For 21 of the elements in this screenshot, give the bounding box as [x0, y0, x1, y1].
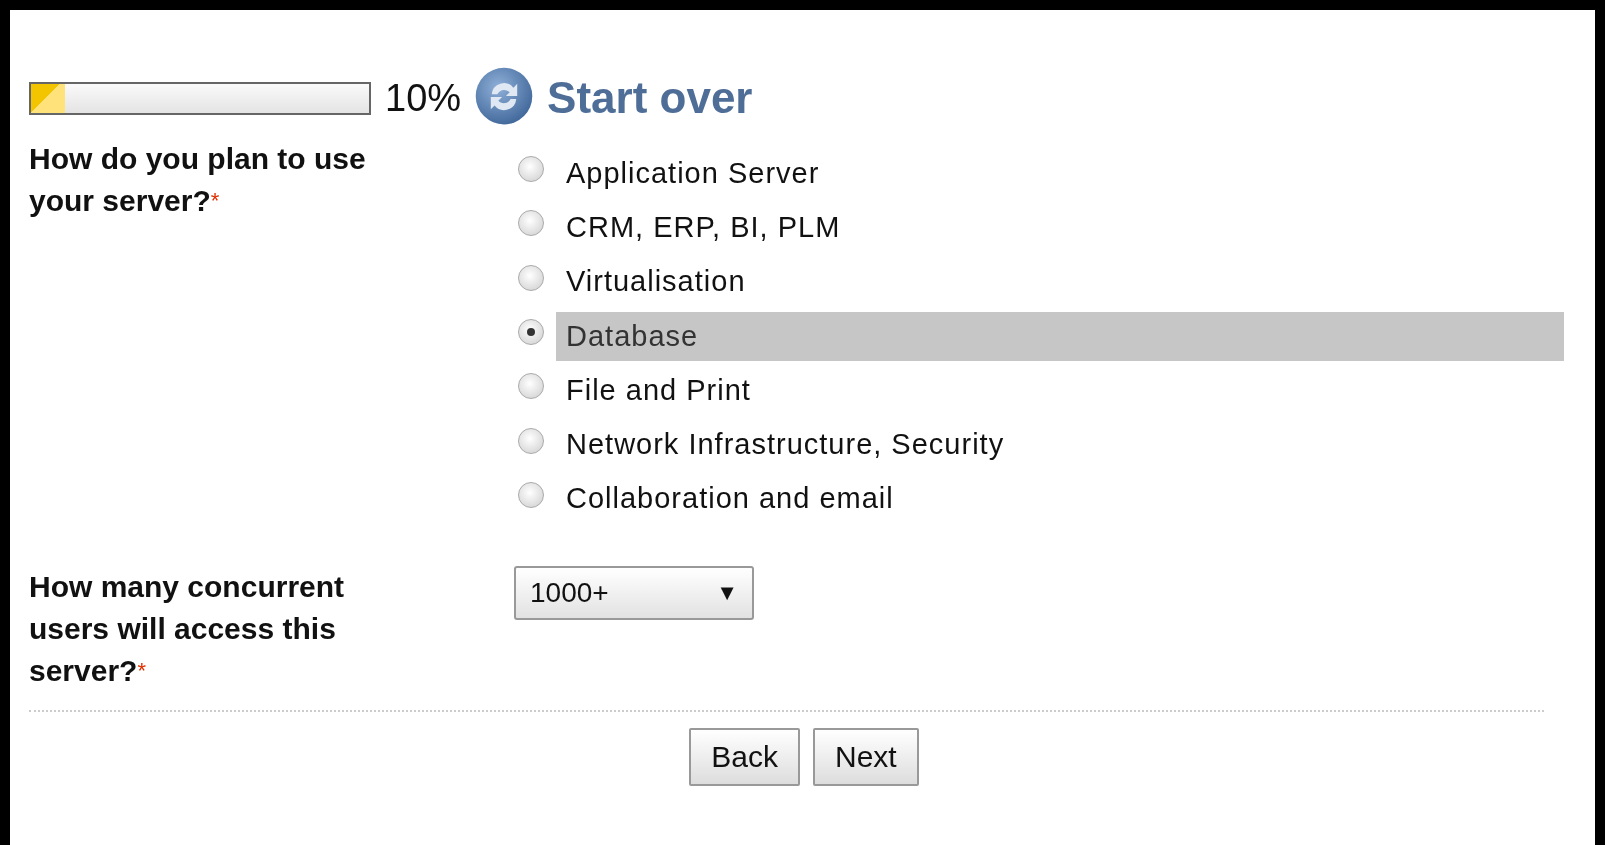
question-label: How do you plan to use your server?*	[29, 141, 367, 219]
option-label[interactable]: Database	[556, 311, 1564, 361]
option-label[interactable]: Network Infrastructure, Security	[556, 420, 1564, 470]
option-label[interactable]: CRM, ERP, BI, PLM	[556, 202, 1564, 252]
option-label[interactable]: File and Print	[556, 365, 1564, 415]
question-label: How many concurrent users will access this server?*	[29, 569, 346, 690]
option-label[interactable]: Application Server	[556, 148, 1564, 198]
next-button[interactable]: Next	[813, 728, 919, 787]
radio-button[interactable]	[518, 319, 544, 346]
radio-button[interactable]	[518, 210, 544, 237]
radio-button[interactable]	[518, 373, 544, 400]
option-label[interactable]: Collaboration and email	[556, 474, 1564, 524]
users-dropdown[interactable]: 1000+ ▼	[514, 566, 754, 621]
progress-percent: 10%	[385, 76, 462, 120]
radio-button[interactable]	[518, 156, 544, 183]
start-over-link[interactable]: Start over	[547, 73, 753, 123]
radio-button[interactable]	[518, 264, 544, 291]
option-label[interactable]: Virtualisation	[556, 257, 1564, 307]
radio-button[interactable]	[518, 427, 544, 454]
radio-button[interactable]	[518, 481, 544, 508]
back-button[interactable]: Back	[689, 728, 800, 787]
